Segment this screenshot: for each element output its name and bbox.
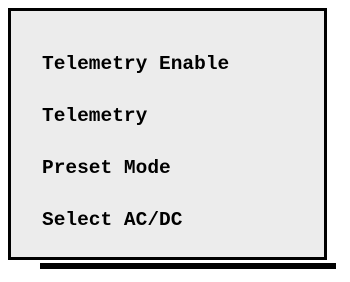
menu-item-preset-mode[interactable]: Preset Mode — [42, 158, 229, 178]
panel-shadow — [40, 263, 336, 269]
menu-item-telemetry-enable[interactable]: Telemetry Enable — [42, 54, 229, 74]
menu-panel: Telemetry Enable Telemetry Preset Mode S… — [8, 8, 327, 260]
menu-item-select-ac-dc[interactable]: Select AC/DC — [42, 210, 229, 230]
menu-list: Telemetry Enable Telemetry Preset Mode S… — [42, 54, 229, 230]
menu-item-telemetry[interactable]: Telemetry — [42, 106, 229, 126]
